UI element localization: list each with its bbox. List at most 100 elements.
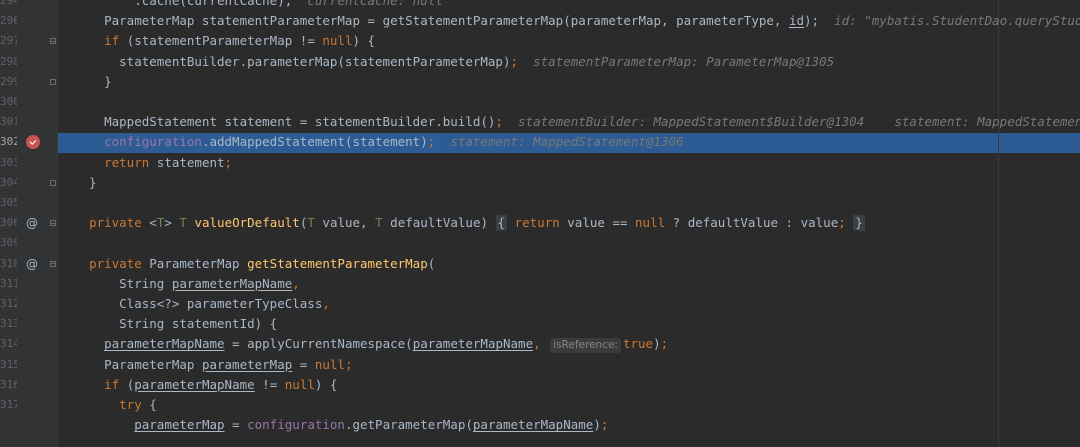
fold-box-icon — [49, 260, 56, 267]
code-token: ParameterMap — [74, 356, 202, 372]
line-number[interactable]: 302 — [0, 132, 17, 152]
parameter-name-hint: isReference: — [550, 338, 621, 354]
code-token: null — [635, 215, 666, 231]
code-token: getStatementParameterMap — [382, 13, 564, 29]
line-number[interactable]: 311 — [0, 274, 17, 294]
code-token: { — [141, 397, 157, 412]
code-line[interactable]: .cache(currentCache); currentCache: null — [74, 0, 443, 11]
fold-marker-icon[interactable] — [48, 213, 57, 233]
line-number[interactable]: 315 — [0, 355, 17, 375]
code-token: ( — [427, 255, 436, 271]
override-icon[interactable]: @ — [25, 254, 39, 274]
line-number[interactable]: 317 — [0, 395, 17, 415]
code-token: ) — [653, 336, 661, 352]
code-line[interactable]: try { — [74, 395, 157, 415]
code-line[interactable]: return statement; — [74, 153, 232, 173]
line-number[interactable]: 303 — [0, 153, 17, 173]
code-token: .addMappedStatement(statement) — [201, 134, 428, 150]
code-line[interactable]: String parameterMapName, — [74, 274, 300, 294]
line-number[interactable]: 316 — [0, 375, 17, 395]
code-line[interactable]: private <T> T valueOrDefault(T value, T … — [74, 213, 865, 233]
line-number[interactable]: 300 — [0, 92, 17, 112]
code-line[interactable]: } — [74, 72, 112, 92]
fold-marker-icon[interactable] — [48, 173, 57, 193]
code-token: } — [74, 174, 97, 190]
code-line[interactable]: if (statementParameterMap != null) { — [74, 31, 375, 51]
code-line[interactable]: MappedStatement statement = statementBui… — [74, 112, 1080, 132]
line-number[interactable]: 309 — [0, 233, 17, 253]
line-number[interactable]: 294 — [0, 0, 17, 11]
code-token: T — [307, 215, 315, 231]
line-number[interactable]: 297 — [0, 31, 17, 51]
code-token: parameterMap — [134, 417, 225, 433]
line-number[interactable]: 313 — [0, 314, 17, 334]
fold-box-icon — [49, 38, 56, 45]
code-line[interactable]: ParameterMap statementParameterMap = get… — [74, 11, 1080, 31]
code-token: String statementId) { — [74, 316, 278, 332]
code-token: parameterMapName — [134, 376, 255, 392]
fold-box-icon — [49, 78, 56, 85]
code-token: T — [179, 215, 187, 231]
code-token: parameterMapName — [104, 336, 225, 352]
code-token: ) — [593, 417, 601, 433]
code-token: true — [622, 336, 654, 352]
line-number[interactable]: 299 — [0, 72, 17, 92]
code-token: configuration — [104, 134, 202, 150]
code-token: } — [74, 73, 112, 89]
code-editor[interactable]: 294 296 297 298 299 300 301 302 303 304 305 306 @309… — [0, 0, 1080, 447]
inlay-value-hint: statement: MappedStatement@1306 — [450, 134, 684, 150]
line-number[interactable]: 296 — [0, 11, 17, 31]
code-token: ParameterMap — [141, 255, 248, 271]
editor-gutter[interactable]: 294 296 297 298 299 300 301 302 303 304 305 306 @309… — [0, 0, 58, 447]
code-line[interactable]: } — [74, 173, 97, 193]
line-number[interactable]: 312 — [0, 294, 17, 314]
line-number[interactable]: 304 — [0, 173, 17, 193]
fold-marker-icon[interactable] — [48, 72, 57, 92]
fold-marker-icon[interactable] — [48, 254, 57, 274]
code-token: String — [74, 275, 172, 291]
breakpoint-icon[interactable] — [26, 135, 40, 150]
code-line[interactable]: String statementId) { — [74, 314, 277, 334]
code-token: , — [322, 296, 330, 311]
code-line[interactable]: private ParameterMap getStatementParamet… — [74, 254, 435, 274]
line-number[interactable]: 301 — [0, 112, 17, 132]
code-line[interactable]: if (parameterMapName != null) { — [74, 375, 337, 395]
code-token: null — [314, 356, 345, 372]
fold-box-icon — [49, 220, 56, 227]
code-token: = — [224, 417, 248, 433]
code-token: ; — [660, 336, 669, 352]
code-token: (statementParameterMap != — [119, 33, 323, 49]
code-line[interactable]: Class<?> parameterTypeClass, — [74, 294, 330, 314]
line-number[interactable]: 310 — [0, 254, 17, 274]
override-icon[interactable]: @ — [25, 213, 39, 233]
code-token: ; — [838, 215, 846, 231]
line-number[interactable]: 314 — [0, 334, 17, 354]
folded-brace[interactable]: { — [495, 215, 508, 232]
code-token: T — [375, 215, 383, 231]
code-token: ); — [277, 0, 308, 8]
code-line[interactable]: parameterMapName = applyCurrentNamespace… — [74, 334, 668, 354]
code-token: ; — [510, 53, 519, 69]
line-number[interactable]: 306 — [0, 213, 17, 233]
code-line[interactable]: ParameterMap parameterMap = null; — [74, 355, 352, 375]
code-token: .cache( — [74, 0, 187, 8]
code-line[interactable]: statementBuilder.parameterMap(statementP… — [74, 52, 834, 72]
code-token: null — [284, 376, 315, 392]
code-token: parameterMapName — [412, 336, 534, 352]
folded-brace[interactable]: } — [853, 215, 865, 232]
code-line[interactable]: parameterMap = configuration.getParamete… — [74, 415, 608, 435]
code-token: null — [322, 33, 353, 49]
code-area[interactable]: .cache(currentCache); currentCache: null… — [58, 0, 1080, 447]
code-line[interactable]: configuration.addMappedStatement(stateme… — [74, 132, 684, 152]
fold-marker-icon[interactable] — [48, 31, 57, 51]
line-number[interactable]: 305 — [0, 193, 17, 213]
line-number[interactable]: 298 — [0, 52, 17, 72]
code-token: if — [104, 376, 120, 392]
